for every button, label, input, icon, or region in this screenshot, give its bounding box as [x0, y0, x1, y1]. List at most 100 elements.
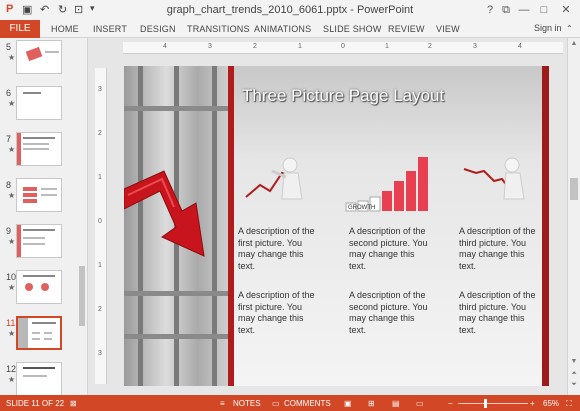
canvas-scrollbar[interactable]: ▲ ▼ ⏶ ⏷ [567, 38, 580, 395]
sign-in-link[interactable]: Sign in [534, 23, 562, 33]
collapse-ribbon-icon[interactable]: ⌃ [566, 20, 573, 38]
ruler-tick: 1 [385, 43, 389, 50]
comments-icon[interactable]: ▭ [272, 399, 280, 408]
ruler-tick: 2 [253, 43, 257, 50]
window-frame [124, 334, 229, 339]
ruler-tick: 2 [98, 306, 102, 313]
thumbnail-line [45, 51, 59, 53]
description-text-6[interactable]: A description of the third picture. You … [459, 290, 539, 336]
ruler-tick: 4 [163, 43, 167, 50]
zoom-slider[interactable] [458, 403, 528, 404]
thumbnail-line [23, 243, 45, 245]
scrollbar-thumb[interactable] [79, 266, 85, 326]
normal-view-icon[interactable]: ▣ [344, 399, 352, 408]
thumbnail-graphic [25, 46, 43, 62]
tab-slide-show[interactable]: SLIDE SHOW [323, 20, 382, 38]
thumbnail-bar [23, 193, 37, 197]
description-text-1[interactable]: A description of the first picture. You … [238, 226, 318, 272]
ruler-tick: 2 [428, 43, 432, 50]
scrollbar-thumb[interactable] [570, 178, 578, 200]
help-icon[interactable]: ? [482, 2, 498, 18]
zoom-in-icon[interactable]: + [530, 399, 535, 408]
slide-thumbnail-9[interactable] [16, 224, 62, 258]
title-bar: P ▣ ↶ ↻ ⊡ ▾ graph_chart_trends_2010_6061… [0, 0, 580, 20]
slide-accent-bar [542, 66, 549, 386]
thumbnail-bar [23, 199, 37, 203]
animation-star-icon: ★ [8, 283, 16, 292]
slide-title[interactable]: Three Picture Page Layout [242, 86, 444, 106]
thumbnail-graphic [18, 318, 28, 348]
animation-star-icon: ★ [8, 329, 16, 338]
ribbon-tabs: FILE HOME INSERT DESIGN TRANSITIONS ANIM… [0, 20, 580, 38]
animation-star-icon: ★ [8, 99, 16, 108]
figure-declining-chart-picture[interactable] [462, 151, 537, 221]
slide-sorter-icon[interactable]: ⊞ [368, 399, 375, 408]
tab-animations[interactable]: ANIMATIONS [254, 20, 311, 38]
ribbon-display-options-icon[interactable]: ⧉ [498, 2, 514, 18]
ruler-tick: 1 [98, 174, 102, 181]
slide-thumbnail-8[interactable] [16, 178, 62, 212]
current-slide[interactable]: Three Picture Page Layout GROWTH A descr… [124, 66, 549, 386]
ruler-tick: 0 [98, 218, 102, 225]
thumbnail-line [32, 322, 56, 324]
growth-bar-chart-picture[interactable]: GROWTH [342, 151, 437, 221]
slide-editing-canvas: 4 3 2 1 0 1 2 3 4 3 2 1 0 1 2 3 Three Pi… [89, 38, 567, 395]
tab-transitions[interactable]: TRANSITIONS [187, 20, 250, 38]
thumbnail-line [23, 237, 45, 239]
slide-accent-bar [228, 66, 234, 386]
animation-star-icon: ★ [8, 53, 16, 62]
scroll-up-icon[interactable]: ▲ [570, 40, 578, 47]
thumbnail-line [32, 338, 40, 340]
thumbnail-line [23, 137, 55, 139]
maximize-icon[interactable]: □ [536, 2, 552, 18]
vertical-ruler: 3 2 1 0 1 2 3 [95, 68, 107, 384]
window-arrow-picture[interactable] [124, 66, 229, 386]
previous-slide-icon[interactable]: ⏶ [570, 370, 578, 378]
slide-thumbnail-5[interactable] [16, 40, 62, 74]
figure-pointing-chart-picture[interactable] [242, 151, 322, 221]
slide-thumbnail-6[interactable] [16, 86, 62, 120]
thumbnail-number: 10 [6, 272, 17, 282]
tab-file[interactable]: FILE [0, 20, 40, 38]
slide-thumbnail-7[interactable] [16, 132, 62, 166]
slide-thumbnail-pane: 5 ★ 6 ★ 7 ★ 8 ★ 9 ★ 10 ★ 11 ★ 12 ★ [0, 38, 88, 395]
thumbnail-line [32, 332, 40, 334]
slide-thumbnail-12[interactable] [16, 362, 62, 395]
horizontal-ruler: 4 3 2 1 0 1 2 3 4 [123, 42, 563, 54]
comments-button[interactable]: COMMENTS [284, 399, 331, 408]
reading-view-icon[interactable]: ▤ [392, 399, 400, 408]
scroll-down-icon[interactable]: ▼ [570, 358, 578, 365]
thumbnail-number: 7 [6, 134, 12, 144]
close-icon[interactable]: ✕ [558, 2, 574, 18]
description-text-4[interactable]: A description of the first picture. You … [238, 290, 318, 336]
tab-view[interactable]: VIEW [436, 20, 460, 38]
ruler-tick: 1 [298, 43, 302, 50]
thumbnail-line [23, 229, 55, 231]
spellcheck-icon[interactable]: ⊠ [70, 399, 77, 408]
slide-thumbnail-10[interactable] [16, 270, 62, 304]
ruler-tick: 2 [98, 130, 102, 137]
tab-insert[interactable]: INSERT [93, 20, 127, 38]
ruler-tick: 3 [98, 86, 102, 93]
description-text-3[interactable]: A description of the third picture. You … [459, 226, 539, 272]
animation-star-icon: ★ [8, 191, 16, 200]
thumbnail-scrollbar[interactable] [78, 46, 86, 386]
zoom-slider-handle[interactable] [484, 399, 487, 408]
fit-slide-icon[interactable]: ⛶ [566, 399, 572, 409]
thumbnail-line [44, 332, 52, 334]
slide-show-icon[interactable]: ▭ [416, 399, 424, 408]
zoom-level[interactable]: 65% [543, 399, 559, 408]
tab-review[interactable]: REVIEW [388, 20, 425, 38]
description-text-2[interactable]: A description of the second picture. You… [349, 226, 429, 272]
tab-design[interactable]: DESIGN [140, 20, 176, 38]
thumbnail-number: 12 [6, 364, 17, 374]
next-slide-icon[interactable]: ⏷ [570, 381, 578, 389]
minimize-icon[interactable]: — [516, 2, 532, 18]
notes-icon[interactable]: ≡ [220, 399, 225, 408]
slide-thumbnail-11[interactable] [16, 316, 62, 350]
zoom-out-icon[interactable]: − [448, 399, 453, 408]
notes-button[interactable]: NOTES [233, 399, 261, 408]
window-frame [124, 106, 229, 111]
description-text-5[interactable]: A description of the second picture. You… [349, 290, 429, 336]
tab-home[interactable]: HOME [51, 20, 79, 38]
